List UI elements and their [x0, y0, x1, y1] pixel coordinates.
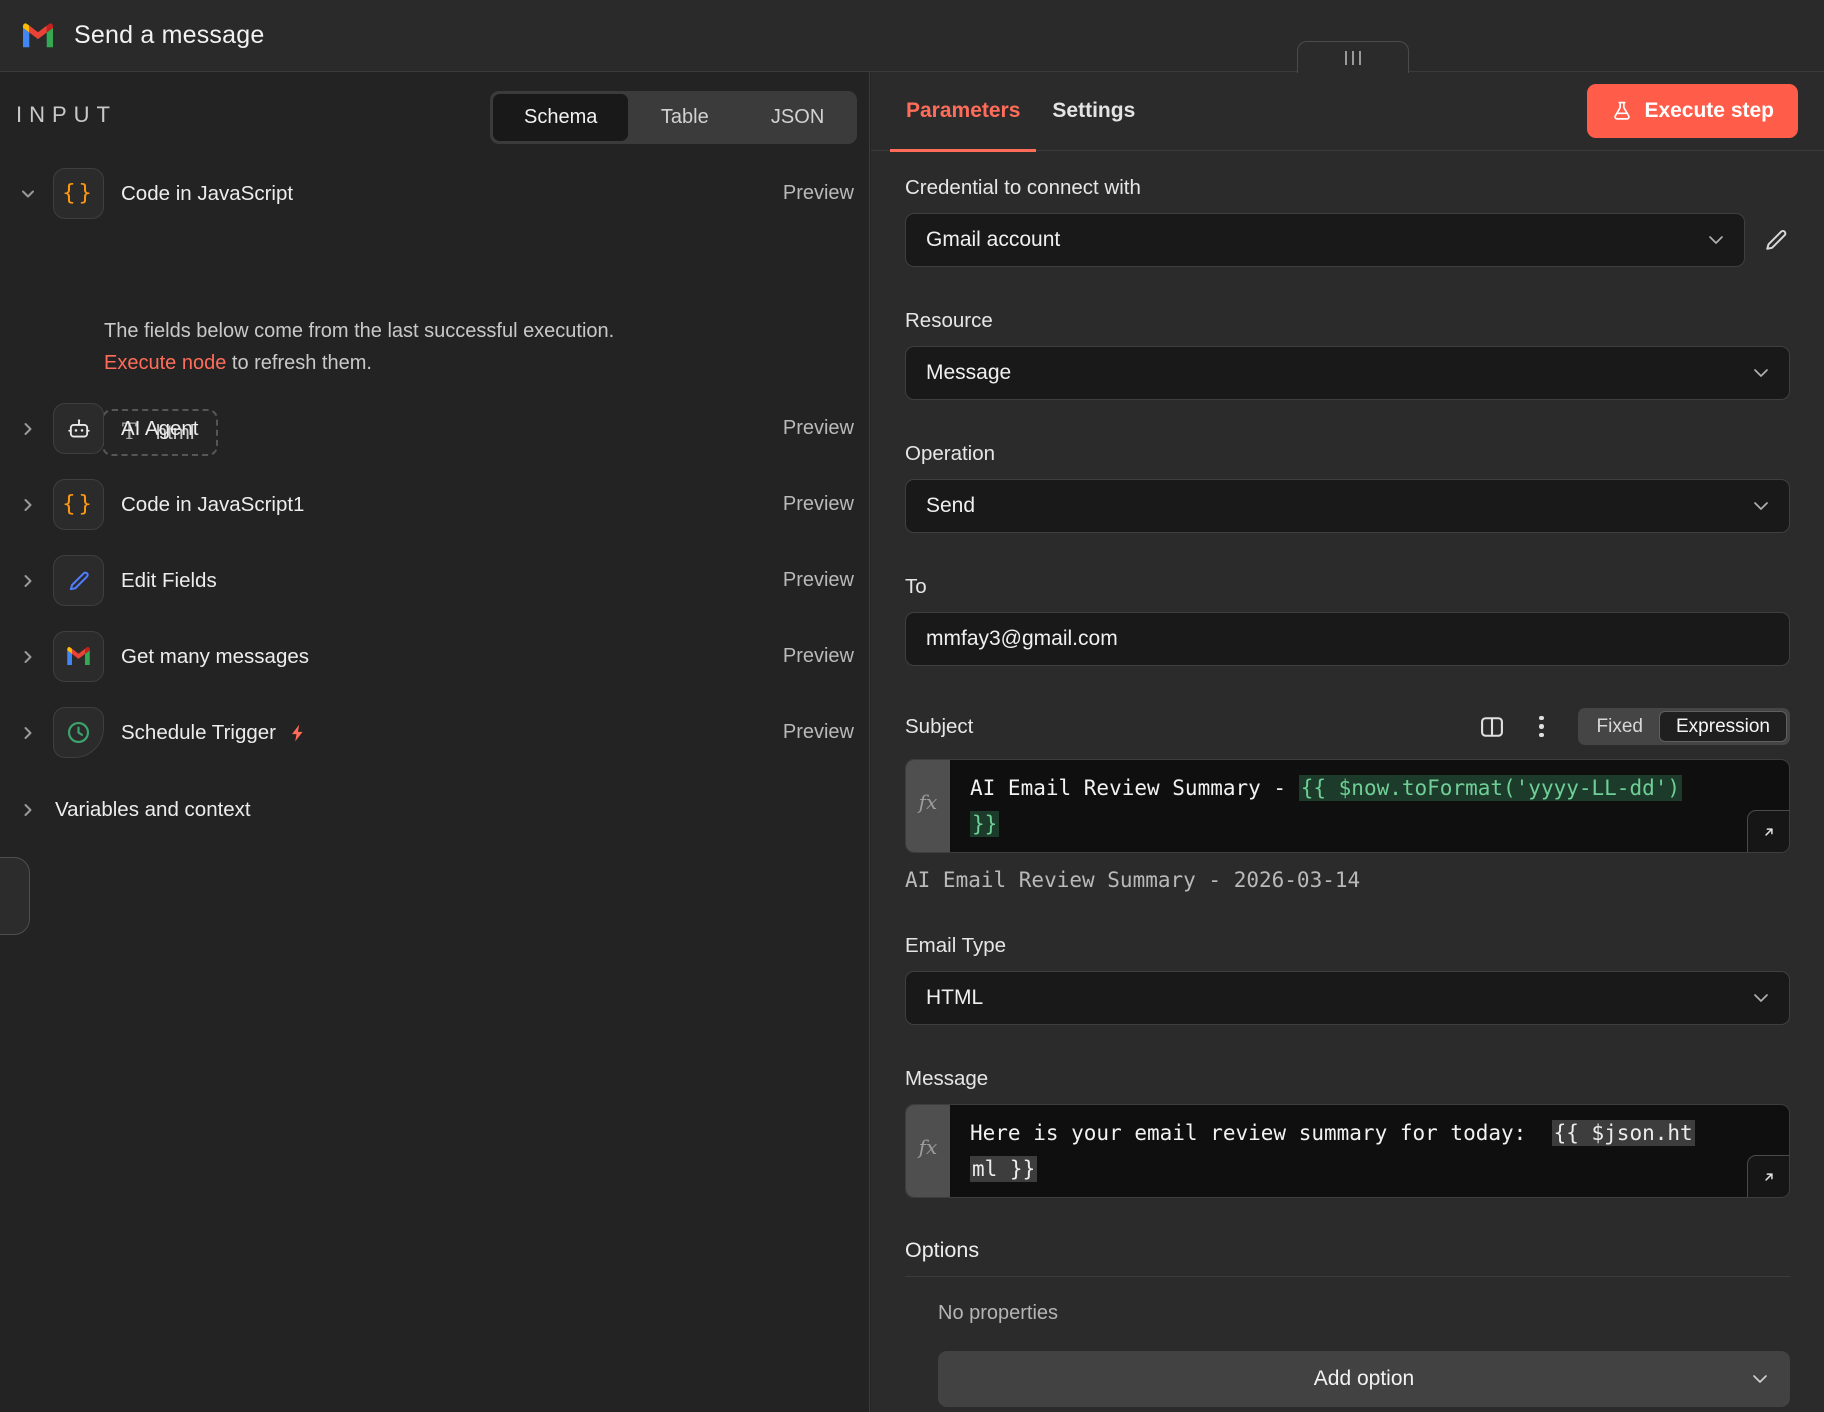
preview-link[interactable]: Preview: [783, 182, 854, 205]
pen-icon: [53, 555, 104, 606]
execute-node-link[interactable]: Execute node: [104, 352, 226, 374]
kebab-menu-icon[interactable]: [1532, 716, 1552, 738]
add-option-button[interactable]: Add option: [938, 1351, 1790, 1407]
node-row-get-many-messages[interactable]: Get many messages Preview: [0, 631, 870, 682]
execute-step-button[interactable]: Execute step: [1587, 84, 1798, 138]
node-label: Code in JavaScript1: [121, 493, 304, 517]
input-view-tab-group: Schema Table JSON: [490, 91, 857, 144]
node-row-code-in-javascript[interactable]: {} Code in JavaScript Preview: [0, 168, 870, 219]
node-row-ai-agent[interactable]: AI Agent Preview: [0, 403, 870, 454]
chevron-right-icon[interactable]: [18, 723, 38, 743]
chevron-down-icon: [1704, 228, 1728, 252]
node-row-edit-fields[interactable]: Edit Fields Preview: [0, 555, 870, 606]
chevron-down-icon: [1749, 361, 1773, 385]
node-row-code-in-javascript1[interactable]: {} Code in JavaScript1 Preview: [0, 479, 870, 530]
chevron-down-icon[interactable]: [18, 184, 38, 204]
expression-token: {{ $json.ht: [1552, 1120, 1695, 1146]
credential-select[interactable]: Gmail account: [905, 213, 1745, 267]
email-type-select[interactable]: HTML: [905, 971, 1790, 1025]
page-title: Send a message: [74, 21, 264, 50]
tab-parameters[interactable]: Parameters: [890, 72, 1036, 151]
toggle-fixed[interactable]: Fixed: [1581, 711, 1659, 742]
clock-icon: [53, 707, 104, 758]
expression-token: }}: [970, 811, 999, 837]
node-label: Code in JavaScript: [121, 182, 293, 206]
preview-link[interactable]: Preview: [783, 493, 854, 516]
code-braces-icon: {}: [53, 168, 104, 219]
tab-table[interactable]: Table: [628, 94, 741, 141]
code-braces-icon: {}: [53, 479, 104, 530]
variables-and-context-row[interactable]: Variables and context: [0, 790, 870, 830]
chevron-right-icon[interactable]: [18, 647, 38, 667]
subject-expression-editor[interactable]: fx AI Email Review Summary - {{ $now.toF…: [905, 759, 1790, 853]
detail-panel-header: Parameters Settings Execute step: [871, 72, 1824, 151]
node-settings-panel: Parameters Settings Execute step Credent…: [871, 72, 1824, 1412]
toggle-expression[interactable]: Expression: [1659, 711, 1787, 742]
split-panel-icon[interactable]: [1478, 713, 1506, 741]
gmail-logo-icon: [20, 18, 56, 54]
chevron-down-icon: [1749, 986, 1773, 1010]
chevron-down-icon: [1749, 494, 1773, 518]
node-label: AI Agent: [121, 417, 199, 441]
gmail-icon: [53, 631, 104, 682]
email-type-label: Email Type: [905, 934, 1790, 958]
node-label: Get many messages: [121, 645, 309, 669]
no-properties-text: No properties: [938, 1302, 1790, 1325]
resource-select[interactable]: Message: [905, 346, 1790, 400]
robot-icon: [53, 403, 104, 454]
expression-token: ml }}: [970, 1156, 1037, 1182]
flask-icon: [1611, 100, 1633, 122]
subject-expression-preview: AI Email Review Summary - 2026-03-14: [905, 868, 1790, 892]
stale-data-notice: The fields below come from the last succ…: [104, 315, 784, 379]
edge-code-node-button[interactable]: {}: [0, 857, 30, 935]
subject-label: Subject: [905, 715, 973, 739]
to-label: To: [905, 575, 1790, 599]
tab-settings[interactable]: Settings: [1036, 72, 1151, 151]
expand-expression-icon[interactable]: [1747, 1155, 1789, 1197]
chevron-right-icon[interactable]: [18, 571, 38, 591]
input-panel-title: INPUT: [16, 102, 117, 128]
preview-link[interactable]: Preview: [783, 417, 854, 440]
message-expression-editor[interactable]: fx Here is your email review summary for…: [905, 1104, 1790, 1198]
edit-credential-pencil-icon[interactable]: [1762, 226, 1790, 254]
node-label: Edit Fields: [121, 569, 217, 593]
expand-expression-icon[interactable]: [1747, 810, 1789, 852]
preview-link[interactable]: Preview: [783, 721, 854, 744]
expression-token: {{ $now.toFormat('yyyy-LL-dd'): [1299, 775, 1682, 801]
node-row-schedule-trigger[interactable]: Schedule Trigger Preview: [0, 707, 870, 758]
preview-link[interactable]: Preview: [783, 645, 854, 668]
panel-drag-handle[interactable]: [1297, 41, 1409, 73]
to-input[interactable]: mmfay3@gmail.com: [905, 612, 1790, 666]
lightning-bolt-icon: [288, 723, 308, 743]
tab-schema[interactable]: Schema: [493, 94, 628, 141]
chevron-down-icon: [1748, 1367, 1772, 1391]
operation-label: Operation: [905, 442, 1790, 466]
preview-link[interactable]: Preview: [783, 569, 854, 592]
fx-gutter-icon: fx: [906, 1105, 950, 1197]
resource-label: Resource: [905, 309, 1790, 333]
credential-label: Credential to connect with: [905, 176, 1790, 200]
fx-gutter-icon: fx: [906, 760, 950, 852]
operation-select[interactable]: Send: [905, 479, 1790, 533]
chevron-right-icon[interactable]: [18, 419, 38, 439]
message-label: Message: [905, 1067, 1790, 1091]
chevron-right-icon[interactable]: [18, 495, 38, 515]
chevron-right-icon[interactable]: [18, 800, 38, 820]
options-heading: Options: [905, 1238, 1790, 1263]
tab-json[interactable]: JSON: [741, 94, 854, 141]
n8n-node-detail-view: Send a message INPUT Schema Table JSON {…: [0, 0, 1824, 1412]
divider: [905, 1276, 1790, 1277]
variables-and-context-label: Variables and context: [55, 798, 251, 822]
window-title-bar: Send a message: [0, 0, 1824, 72]
node-label: Schedule Trigger: [121, 721, 276, 745]
fixed-expression-toggle: Fixed Expression: [1578, 708, 1790, 745]
input-panel: INPUT Schema Table JSON {} Code in JavaS…: [0, 72, 870, 1412]
